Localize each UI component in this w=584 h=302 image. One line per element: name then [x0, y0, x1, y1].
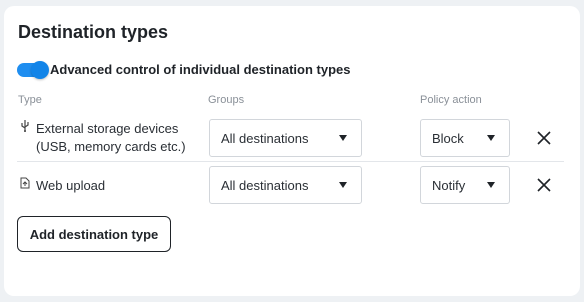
advanced-control-toggle[interactable] [17, 60, 49, 79]
upload-file-icon [18, 177, 32, 195]
policy-select-value: Notify [432, 177, 466, 193]
groups-select[interactable]: All destinations [209, 166, 362, 204]
groups-select[interactable]: All destinations [209, 119, 362, 157]
close-icon [537, 178, 551, 192]
chevron-down-icon [339, 135, 347, 141]
row-divider [17, 161, 564, 162]
type-cell: External storage devices (USB, memory ca… [18, 120, 186, 156]
remove-row-button[interactable] [535, 176, 553, 194]
add-destination-type-button[interactable]: Add destination type [17, 216, 171, 252]
policy-select-value: Block [432, 130, 464, 146]
remove-row-button[interactable] [535, 129, 553, 147]
column-header-policy: Policy action [420, 94, 482, 106]
type-label: Web upload [36, 178, 106, 193]
column-header-groups: Groups [208, 94, 245, 106]
chevron-down-icon [339, 182, 347, 188]
groups-select-value: All destinations [221, 130, 309, 146]
column-header-type: Type [18, 94, 42, 106]
groups-select-value: All destinations [221, 177, 309, 193]
policy-select[interactable]: Notify [420, 166, 510, 204]
policy-select[interactable]: Block [420, 119, 510, 157]
chevron-down-icon [487, 182, 495, 188]
toggle-knob [31, 60, 49, 79]
destination-types-card: Destination types Advanced control of in… [4, 6, 580, 296]
usb-icon [18, 120, 32, 138]
chevron-down-icon [487, 135, 495, 141]
close-icon [537, 131, 551, 145]
type-cell: Web upload [18, 177, 105, 195]
advanced-control-label: Advanced control of individual destinati… [50, 62, 351, 77]
type-label: External storage devices (USB, memory ca… [36, 121, 186, 154]
section-title: Destination types [18, 22, 169, 42]
advanced-control-row: Advanced control of individual destinati… [17, 60, 351, 79]
